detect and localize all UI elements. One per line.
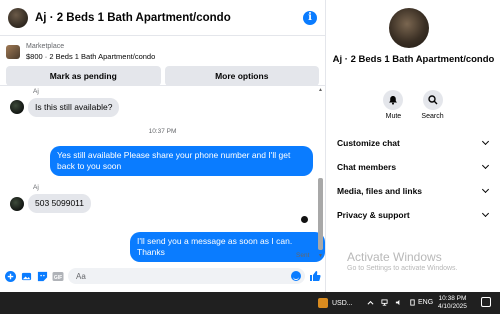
emoji-icon[interactable]: [291, 271, 301, 281]
currency-widget[interactable]: USD...: [318, 298, 353, 308]
chat-pane: Aj · 2 Beds 1 Bath Apartment/condo i Mar…: [0, 0, 326, 292]
sender-name: Aj: [33, 88, 39, 95]
listing-card[interactable]: Marketplace $800 · 2 Beds 1 Bath Apartme…: [0, 40, 325, 64]
windows-taskbar: USD... ENG 10:38 PM 4/10/2025: [0, 292, 500, 314]
listing-title: $800 · 2 Beds 1 Bath Apartment/condo: [26, 52, 156, 61]
listing-text: Marketplace $800 · 2 Beds 1 Bath Apartme…: [26, 42, 155, 62]
currency-widget-label: USD...: [332, 299, 353, 307]
message-input-placeholder: Aa: [76, 271, 86, 281]
chevron-down-icon: [481, 209, 490, 218]
clock-date: 4/10/2025: [438, 303, 467, 310]
seen-indicator-avatar: [301, 216, 308, 223]
activate-windows-title: Activate Windows: [347, 250, 442, 264]
info-icon[interactable]: i: [303, 10, 317, 25]
activate-windows-subtitle: Go to Settings to activate Windows.: [347, 265, 458, 272]
menu-privacy-support[interactable]: Privacy & support: [337, 208, 490, 222]
menu-media-files-links[interactable]: Media, files and links: [337, 184, 490, 198]
incoming-message[interactable]: 503 5099011: [28, 194, 92, 213]
menu-label: Chat members: [337, 162, 397, 172]
menu-label: Media, files and links: [337, 186, 423, 196]
gif-icon[interactable]: GIF: [52, 270, 64, 282]
battery-icon[interactable]: [409, 299, 416, 306]
message-list[interactable]: Aj Is this still available? 10:37 PM Yes…: [0, 85, 325, 262]
listing-thumbnail: [6, 45, 20, 59]
message-composer: GIF Aa: [0, 265, 325, 287]
chat-scrollbar[interactable]: ▲ ▼: [318, 88, 323, 259]
message-timestamp: 10:37 PM: [148, 128, 177, 135]
clock[interactable]: 10:38 PM 4/10/2025: [438, 295, 467, 311]
like-thumbs-up-icon[interactable]: [309, 270, 321, 282]
conversation-info-panel: Aj · 2 Beds 1 Bath Apartment/condo Mute …: [327, 0, 500, 292]
sticker-icon[interactable]: [36, 270, 48, 282]
bell-icon[interactable]: [383, 90, 404, 110]
search-button[interactable]: Search: [421, 90, 444, 120]
outgoing-message[interactable]: Yes still available Please share your ph…: [50, 146, 313, 176]
info-actions: Mute Search: [327, 90, 500, 120]
chevron-up-icon[interactable]: [367, 299, 374, 306]
scroll-up-arrow-icon[interactable]: ▲: [318, 88, 323, 93]
sender-avatar[interactable]: [10, 100, 24, 114]
sender-avatar[interactable]: [10, 197, 24, 211]
menu-label: Customize chat: [337, 138, 400, 148]
contact-avatar[interactable]: [8, 7, 28, 28]
search-icon[interactable]: [422, 90, 443, 110]
svg-text:GIF: GIF: [54, 275, 62, 281]
message-status: Sent: [296, 252, 310, 259]
mute-label: Mute: [385, 113, 402, 120]
currency-chart-icon: [318, 298, 328, 308]
clock-time: 10:38 PM: [438, 295, 467, 302]
scrollbar-thumb[interactable]: [318, 178, 323, 250]
search-label: Search: [421, 113, 444, 120]
chat-header: Aj · 2 Beds 1 Bath Apartment/condo i: [0, 0, 325, 36]
incoming-message[interactable]: Is this still available?: [28, 98, 120, 117]
message-input[interactable]: Aa: [68, 268, 305, 284]
scroll-down-arrow-icon[interactable]: ▼: [318, 254, 323, 259]
photo-icon[interactable]: [20, 270, 32, 282]
contact-name: Aj · 2 Beds 1 Bath Apartment/condo: [332, 54, 495, 65]
add-plus-icon[interactable]: [4, 270, 16, 282]
language-indicator[interactable]: ENG: [418, 299, 433, 306]
contact-large-avatar[interactable]: [389, 8, 429, 48]
chevron-down-icon: [481, 161, 490, 170]
menu-customize-chat[interactable]: Customize chat: [337, 136, 490, 150]
menu-label: Privacy & support: [337, 210, 410, 220]
network-icon[interactable]: [381, 299, 388, 306]
system-tray: [367, 299, 416, 306]
chevron-down-icon: [481, 137, 490, 146]
sender-name: Aj: [33, 184, 39, 191]
more-options-button[interactable]: More options: [164, 66, 319, 86]
chevron-down-icon: [481, 185, 490, 194]
volume-icon[interactable]: [395, 299, 402, 306]
mute-button[interactable]: Mute: [383, 90, 404, 120]
notification-icon[interactable]: [481, 297, 491, 307]
mark-as-pending-button[interactable]: Mark as pending: [6, 66, 161, 86]
listing-source: Marketplace: [26, 43, 65, 50]
menu-chat-members[interactable]: Chat members: [337, 160, 490, 174]
listing-actions: Mark as pending More options: [0, 66, 325, 86]
chat-title[interactable]: Aj · 2 Beds 1 Bath Apartment/condo: [35, 12, 231, 24]
